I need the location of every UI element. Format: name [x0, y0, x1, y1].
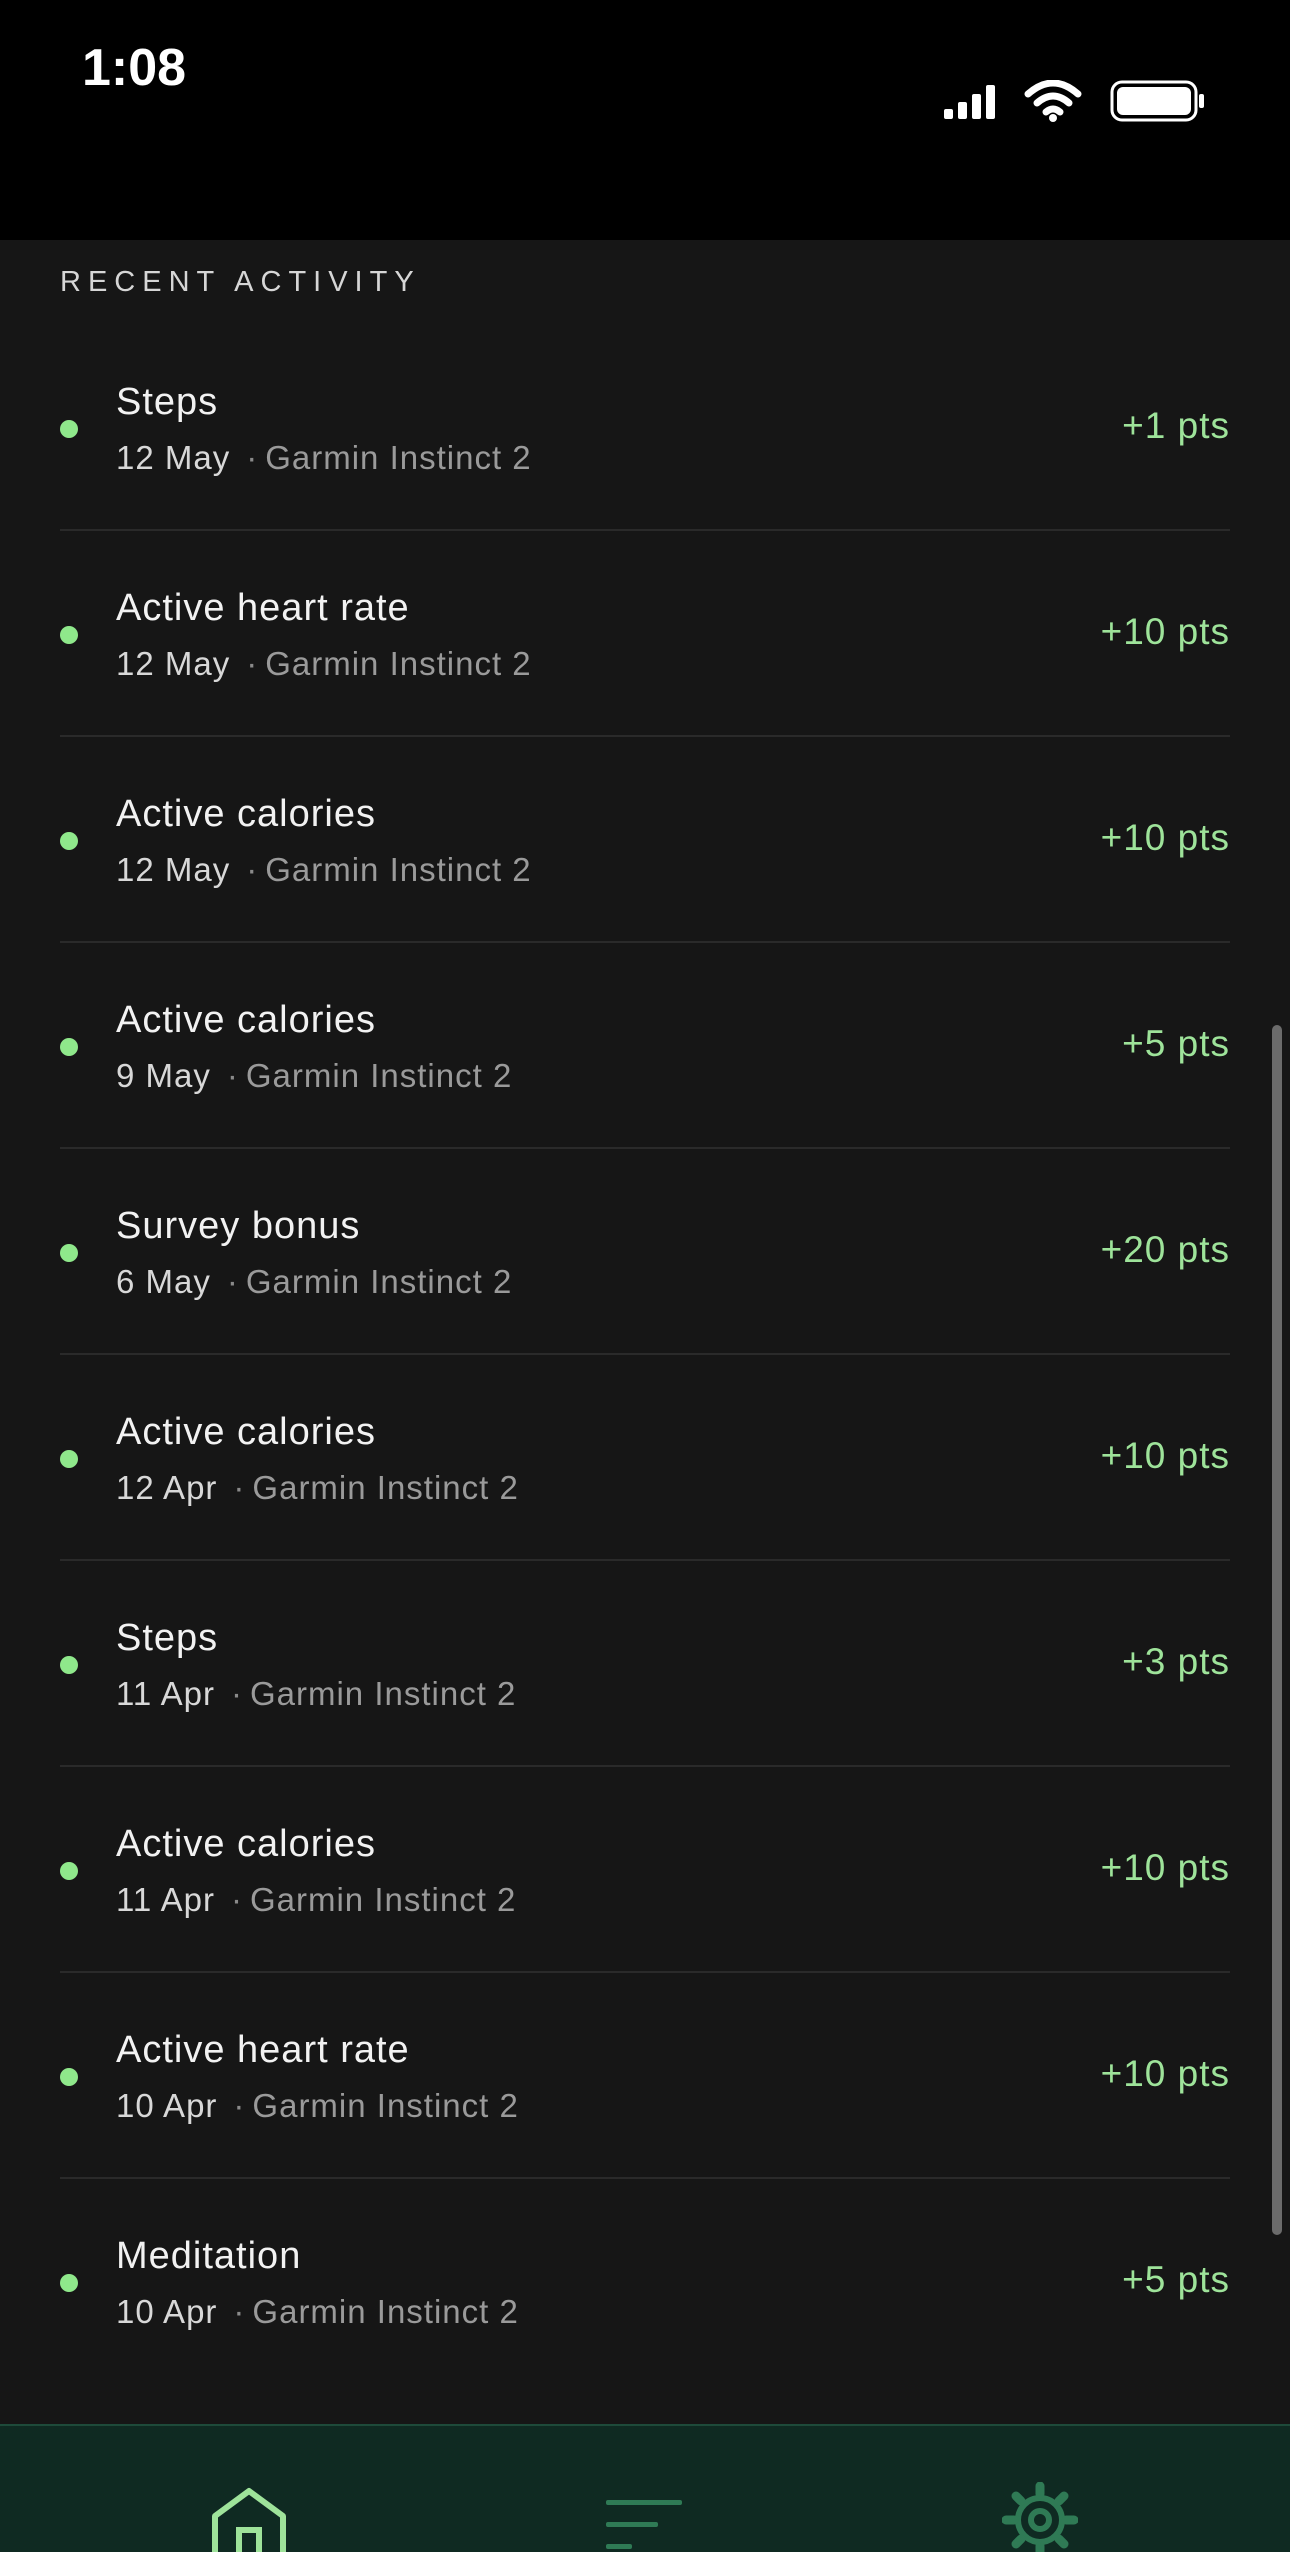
- battery-icon: [1110, 80, 1206, 127]
- meta-separator: ·: [233, 2087, 245, 2124]
- home-icon: [210, 2488, 288, 2552]
- activity-title: Active calories: [116, 1823, 376, 1865]
- activity-meta: 10 Apr · Garmin Instinct 2: [116, 2087, 519, 2125]
- activity-meta: 9 May · Garmin Instinct 2: [116, 1057, 512, 1095]
- list-item[interactable]: Active heart rate 10 Apr · Garmin Instinct…: [60, 1973, 1230, 2179]
- wifi-icon: [1024, 79, 1082, 127]
- activity-meta: 10 Apr · Garmin Instinct 2: [116, 2293, 519, 2331]
- activity-date: 12 May: [116, 851, 231, 888]
- activity-date: 12 Apr: [116, 1469, 218, 1506]
- cellular-signal-icon: [944, 83, 996, 124]
- list-item[interactable]: Active calories 11 Apr · Garmin Instinct 2…: [60, 1767, 1230, 1973]
- nav-home[interactable]: [210, 2486, 288, 2552]
- status-dot: [60, 1244, 78, 1262]
- list-item[interactable]: Survey bonus 6 May · Garmin Instinct 2 +20…: [60, 1149, 1230, 1355]
- activity-title: Meditation: [116, 2235, 302, 2277]
- activity-date: 6 May: [116, 1263, 211, 1300]
- activity-list: Steps 12 May · Garmin Instinct 2 +1 pts Ac…: [0, 325, 1290, 2385]
- activity-device: Garmin Instinct 2: [265, 851, 532, 888]
- activity-device: Garmin Instinct 2: [265, 439, 532, 476]
- activity-points: +20 pts: [1100, 1229, 1230, 1270]
- settings-gear-icon: [1001, 2481, 1079, 2552]
- meta-separator: ·: [226, 1057, 238, 1094]
- activity-date: 11 Apr: [116, 1675, 215, 1712]
- status-dot: [60, 1862, 78, 1880]
- activity-device: Garmin Instinct 2: [245, 1057, 513, 1094]
- activity-meta: 12 May · Garmin Instinct 2: [116, 439, 532, 477]
- meta-separator: ·: [233, 1469, 245, 1506]
- activity-points: +10 pts: [1100, 1847, 1230, 1888]
- activity-title: Steps: [116, 381, 219, 423]
- list-item[interactable]: Active heart rate 12 May · Garmin Instinct…: [60, 531, 1230, 737]
- activity-date: 12 May: [116, 645, 231, 682]
- meta-separator: ·: [246, 851, 258, 888]
- nav-activity[interactable]: [606, 2498, 682, 2552]
- status-dot: [60, 832, 78, 850]
- activity-points: +10 pts: [1100, 817, 1230, 858]
- meta-separator: ·: [246, 439, 258, 476]
- activity-meta: 11 Apr · Garmin Instinct 2: [116, 1881, 516, 1919]
- activity-points: +5 pts: [1122, 2259, 1230, 2300]
- activity-title: Steps: [116, 1617, 219, 1659]
- status-time: 1:08: [82, 39, 187, 97]
- activity-device: Garmin Instinct 2: [249, 1675, 517, 1712]
- activity-device: Garmin Instinct 2: [252, 2087, 519, 2124]
- list-item[interactable]: Active calories 12 Apr · Garmin Instinct 2…: [60, 1355, 1230, 1561]
- activity-list-icon: [606, 2500, 682, 2552]
- activity-points: +5 pts: [1122, 1023, 1230, 1064]
- activity-title: Survey bonus: [116, 1205, 361, 1247]
- activity-date: 10 Apr: [116, 2087, 218, 2124]
- activity-title: Active calories: [116, 1411, 376, 1453]
- activity-device: Garmin Instinct 2: [252, 1469, 519, 1506]
- activity-points: +10 pts: [1100, 1435, 1230, 1476]
- status-dot: [60, 2274, 78, 2292]
- activity-meta: 6 May · Garmin Instinct 2: [116, 1263, 512, 1301]
- meta-separator: ·: [230, 1881, 242, 1918]
- activity-date: 11 Apr: [116, 1881, 215, 1918]
- list-item[interactable]: Steps 12 May · Garmin Instinct 2 +1 pts: [60, 325, 1230, 531]
- activity-device: Garmin Instinct 2: [252, 2293, 519, 2330]
- activity-points: +10 pts: [1100, 611, 1230, 652]
- activity-title: Active heart rate: [116, 587, 410, 629]
- activity-device: Garmin Instinct 2: [265, 645, 532, 682]
- activity-meta: 12 May · Garmin Instinct 2: [116, 851, 532, 889]
- list-item[interactable]: Meditation 10 Apr · Garmin Instinct 2 +5 p…: [60, 2179, 1230, 2385]
- bottom-nav: [0, 2424, 1290, 2552]
- meta-separator: ·: [233, 2293, 245, 2330]
- meta-separator: ·: [226, 1263, 238, 1300]
- status-dot: [60, 626, 78, 644]
- activity-points: +3 pts: [1122, 1641, 1230, 1682]
- status-dot: [60, 1450, 78, 1468]
- scrollbar[interactable]: [1272, 1025, 1282, 2235]
- activity-date: 9 May: [116, 1057, 211, 1094]
- meta-separator: ·: [230, 1675, 242, 1712]
- activity-points: +10 pts: [1100, 2053, 1230, 2094]
- status-dot: [60, 1038, 78, 1056]
- app-screen: 1:08 RECENT ACTIVITY Steps 12 May · Garm…: [0, 0, 1290, 2552]
- status-dot: [60, 2068, 78, 2086]
- activity-title: Active heart rate: [116, 2029, 410, 2071]
- meta-separator: ·: [246, 645, 258, 682]
- activity-date: 12 May: [116, 439, 231, 476]
- activity-meta: 11 Apr · Garmin Instinct 2: [116, 1675, 516, 1713]
- activity-device: Garmin Instinct 2: [249, 1881, 517, 1918]
- status-icons: [944, 79, 1206, 127]
- list-item[interactable]: Active calories 12 May · Garmin Instinct 2…: [60, 737, 1230, 943]
- activity-title: Active calories: [116, 999, 376, 1041]
- status-dot: [60, 1656, 78, 1674]
- status-dot: [60, 420, 78, 438]
- activity-date: 10 Apr: [116, 2293, 218, 2330]
- nav-settings[interactable]: [1001, 2481, 1079, 2552]
- activity-meta: 12 May · Garmin Instinct 2: [116, 645, 532, 683]
- section-title: RECENT ACTIVITY: [60, 266, 421, 298]
- status-bar: 1:08: [0, 0, 1290, 240]
- activity-points: +1 pts: [1122, 405, 1230, 446]
- list-item[interactable]: Active calories 9 May · Garmin Instinct 2 …: [60, 943, 1230, 1149]
- activity-meta: 12 Apr · Garmin Instinct 2: [116, 1469, 519, 1507]
- list-item[interactable]: Steps 11 Apr · Garmin Instinct 2 +3 pts: [60, 1561, 1230, 1767]
- activity-device: Garmin Instinct 2: [245, 1263, 513, 1300]
- activity-title: Active calories: [116, 793, 376, 835]
